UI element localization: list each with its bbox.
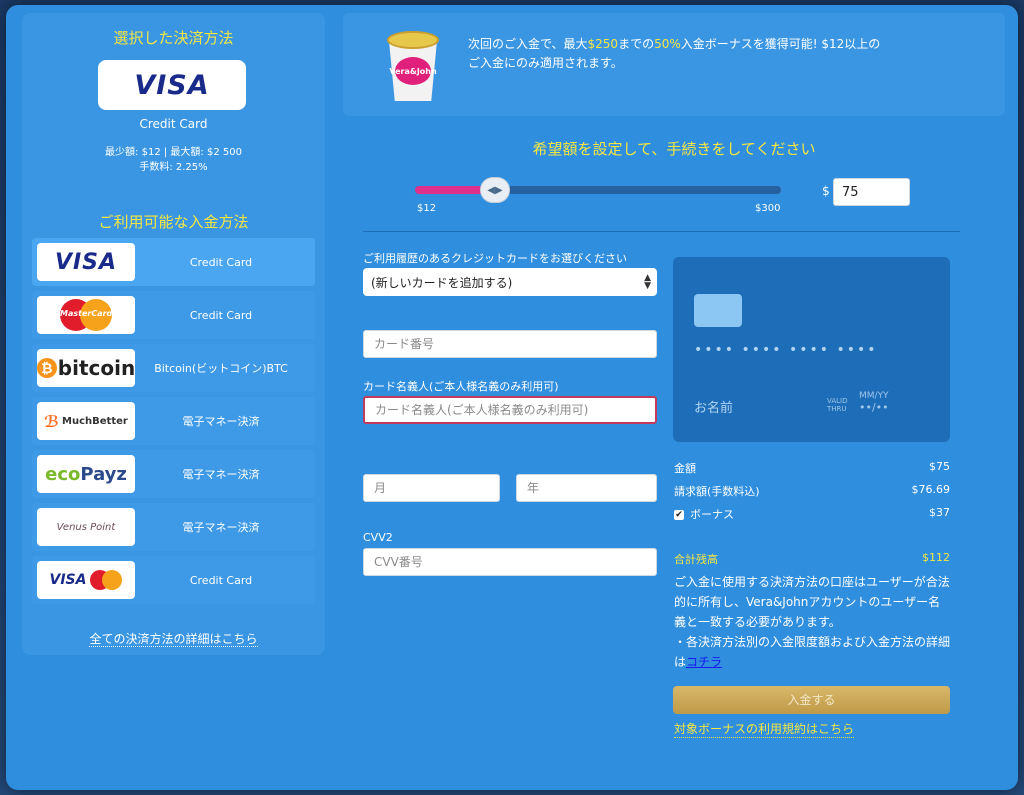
card-preview: •••• •••• •••• •••• お名前 VALID THRU MM/YY…: [673, 257, 950, 442]
summary-billed-row: 請求額(手数料込) $76.69: [674, 483, 950, 499]
method-visa-mastercard[interactable]: VISA Credit Card: [32, 556, 315, 604]
method-logo: VISA: [37, 243, 135, 281]
amount-input[interactable]: [833, 178, 910, 206]
summary-amount-label: 金額: [674, 462, 696, 475]
limits-text: 最少額: $12 | 最大額: $2 500: [105, 147, 242, 158]
method-label: 電子マネー決済: [182, 521, 260, 534]
method-logo: ₿ bitcoin: [37, 349, 135, 387]
currency-symbol: $: [822, 184, 830, 198]
cup-brand: Vera&John: [389, 57, 437, 85]
visa-logo: VISA: [54, 249, 118, 275]
selected-method-limits: 最少額: $12 | 最大額: $2 500 手数料: 2.25%: [22, 145, 325, 175]
method-label: Credit Card: [189, 308, 253, 322]
method-logo: Venus Point: [37, 508, 135, 546]
slider-handle[interactable]: ◀▶: [480, 177, 510, 203]
card-number-input[interactable]: [363, 330, 657, 358]
method-muchbetter[interactable]: ℬ MuchBetter 電子マネー決済: [32, 397, 315, 445]
available-methods-list: VISA Credit Card MasterCard Credit Card …: [32, 238, 315, 609]
selected-method-logo: VISA: [98, 60, 246, 110]
muchbetter-logo: ℬ MuchBetter: [44, 411, 128, 431]
method-logo: ecoPayz: [37, 455, 135, 493]
method-label: Credit Card: [189, 255, 253, 269]
holder-label: カード名義人(ご本人様名義のみ利用可): [363, 380, 559, 393]
deposit-modal: × 選択した決済方法 VISA Credit Card 最少額: $12 | 最…: [6, 5, 1018, 790]
mastercard-logo: MasterCard: [60, 299, 112, 331]
method-ecopayz[interactable]: ecoPayz 電子マネー決済: [32, 450, 315, 498]
saved-card-label: ご利用履歴のあるクレジットカードをお選びください: [363, 252, 627, 265]
select-arrows-icon: ▲ ▼: [644, 273, 651, 291]
notice-details-link[interactable]: コチラ: [686, 655, 722, 669]
method-label: Credit Card: [189, 573, 253, 587]
summary-amount-row: 金額 $75: [674, 460, 950, 476]
saved-card-select[interactable]: (新しいカードを追加する) ▲ ▼: [363, 268, 657, 296]
method-venuspoint[interactable]: Venus Point 電子マネー決済: [32, 503, 315, 551]
method-logo: VISA: [37, 561, 135, 599]
visa-mastercard-logo: VISA: [50, 570, 123, 590]
expiry-year-input[interactable]: [516, 474, 657, 502]
amount-title: 希望額を設定して、手続きをしてください: [532, 140, 816, 158]
method-label: 電子マネー決済: [182, 468, 260, 481]
card-preview-number: •••• •••• •••• ••••: [694, 342, 878, 358]
card-preview-valid-thru: VALID THRU: [827, 397, 848, 413]
method-label: 電子マネー決済: [182, 415, 260, 428]
slider-max-label: $300: [755, 203, 781, 214]
summary-billed-value: $76.69: [911, 483, 951, 496]
deposit-button[interactable]: 入金する: [673, 686, 950, 714]
selected-method-name: Credit Card: [139, 117, 208, 131]
card-chip-icon: [694, 294, 742, 327]
fee-text: 手数料: 2.25%: [139, 162, 208, 173]
summary-total-label: 合計残高: [674, 553, 718, 566]
notice-text-1: ご入金に使用する決済方法の口座はユーザーが合法的に所有し、Vera&Johnアカ…: [674, 575, 950, 629]
card-preview-expiry: MM/YY ••/••: [859, 391, 889, 414]
ownership-notice: ご入金に使用する決済方法の口座はユーザーが合法的に所有し、Vera&Johnアカ…: [674, 572, 950, 672]
bonus-checkbox[interactable]: ✔: [674, 510, 684, 520]
summary-bonus-value: $37: [929, 506, 950, 519]
summary-total-value: $112: [922, 551, 950, 564]
slider-min-label: $12: [417, 203, 437, 214]
amount-slider[interactable]: ◀▶: [415, 177, 781, 203]
method-logo: MasterCard: [37, 296, 135, 334]
method-logo: ℬ MuchBetter: [37, 402, 135, 440]
available-methods-title: ご利用可能な入金方法: [98, 213, 249, 231]
coin-cup-icon: Vera&John: [385, 31, 441, 106]
method-bitcoin[interactable]: ₿ bitcoin Bitcoin(ビットコイン)BTC: [32, 344, 315, 392]
cvv-input[interactable]: [363, 548, 657, 576]
bonus-promo-banner: Vera&John 次回のご入金で、最大$250までの50%入金ボーナスを獲得可…: [343, 13, 1005, 116]
summary-amount-value: $75: [929, 460, 950, 473]
summary-bonus-label: ボーナス: [690, 508, 734, 521]
promo-text: 次回のご入金で、最大$250までの50%入金ボーナスを獲得可能! $12以上の …: [468, 37, 881, 70]
method-mastercard[interactable]: MasterCard Credit Card: [32, 291, 315, 339]
visa-logo: VISA: [134, 69, 210, 101]
saved-card-value: (新しいカードを追加する): [371, 275, 513, 290]
all-methods-link[interactable]: 全ての決済方法の詳細はこちら: [89, 632, 258, 647]
cvv-label: CVV2: [363, 531, 393, 544]
summary-total-row: 合計残高 $112: [674, 551, 950, 567]
payment-method-panel: 選択した決済方法 VISA Credit Card 最少額: $12 | 最大額…: [22, 13, 325, 655]
selected-method-title: 選択した決済方法: [113, 29, 234, 47]
all-methods-link-wrap: 全ての決済方法の詳細はこちら: [22, 630, 325, 647]
bitcoin-logo: ₿ bitcoin: [37, 356, 135, 380]
card-preview-name: お名前: [694, 401, 734, 416]
summary-bonus-row: ✔ ボーナス $37: [674, 506, 950, 522]
bonus-terms-link[interactable]: 対象ボーナスの利用規約はこちら: [674, 720, 855, 738]
method-label: Bitcoin(ビットコイン)BTC: [154, 362, 288, 375]
ecopayz-logo: ecoPayz: [45, 463, 127, 485]
card-holder-input[interactable]: [363, 396, 657, 424]
venuspoint-logo: Venus Point: [56, 521, 116, 533]
method-visa[interactable]: VISA Credit Card: [32, 238, 315, 286]
summary-billed-label: 請求額(手数料込): [674, 485, 760, 498]
expiry-month-input[interactable]: [363, 474, 500, 502]
divider: [363, 231, 960, 232]
